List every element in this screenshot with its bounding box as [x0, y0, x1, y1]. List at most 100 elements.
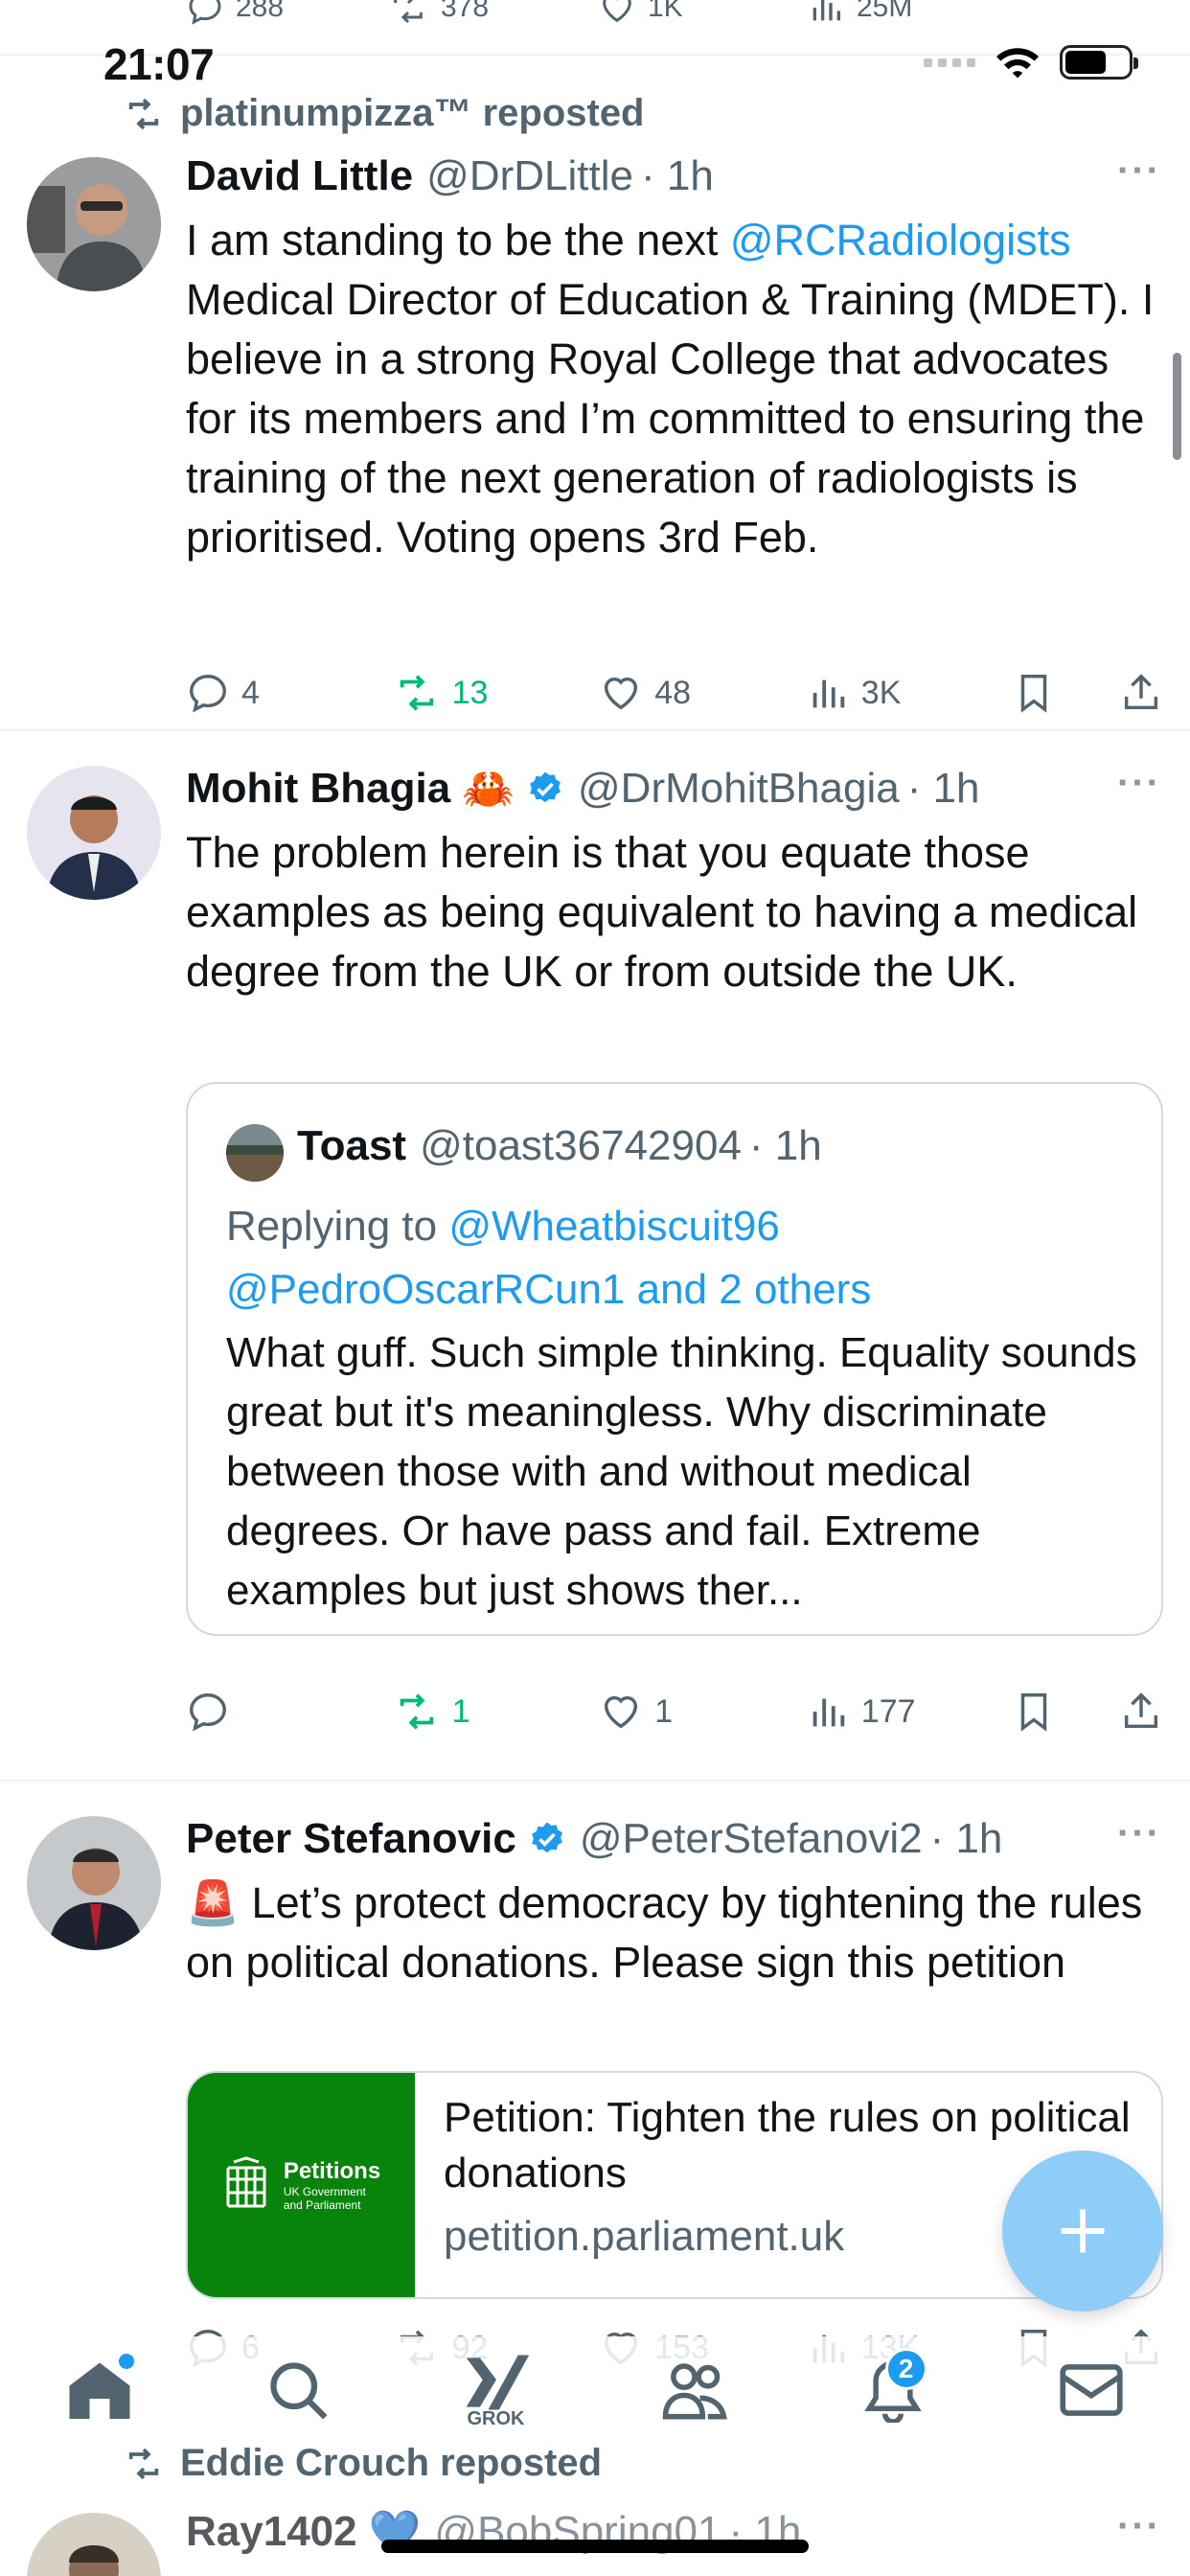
replying-mention[interactable]: @Wheatbiscuit96 [448, 1203, 780, 1250]
nav-messages[interactable] [1043, 2342, 1139, 2438]
quote-avatar [226, 1124, 284, 1182]
like-count: 48 [654, 674, 692, 711]
name-emoji: 🦀 [462, 766, 515, 813]
home-indicator[interactable] [381, 2540, 809, 2553]
search-icon [269, 2362, 328, 2420]
repost-icon [400, 1693, 433, 1730]
mail-icon [1059, 2364, 1123, 2416]
replying-prefix: Replying to [226, 1203, 449, 1250]
avatar[interactable] [27, 157, 161, 291]
verified-badge-icon [530, 771, 561, 803]
portcullis-icon [226, 2156, 266, 2208]
reply-icon [190, 675, 226, 713]
nav-search[interactable] [250, 2342, 346, 2438]
repost-action[interactable]: 1 [393, 1690, 537, 1734]
handle[interactable]: @PeterStefanovi2 [580, 1815, 923, 1863]
views-action[interactable]: 3K [806, 671, 950, 715]
replying-to: Replying to @Wheatbiscuit96 @PedroOscarR… [226, 1195, 871, 1322]
verified-badge-icon [531, 1822, 562, 1853]
repost-action[interactable]: 13 [393, 671, 537, 715]
avatar-photo [27, 157, 161, 291]
nav-home[interactable] [52, 2342, 148, 2438]
display-name[interactable]: David Little [186, 152, 413, 200]
replying-mention-others[interactable]: @PedroOscarRCun1 and 2 others [226, 1258, 871, 1322]
compose-button[interactable] [1002, 2150, 1163, 2312]
like-count: 1 [654, 1692, 674, 1730]
repost-count: 13 [451, 674, 489, 711]
like-count: 1K [648, 0, 683, 23]
handle[interactable]: @DrDLittle [426, 152, 633, 200]
display-name[interactable]: Mohit Bhagia [186, 765, 450, 813]
repost-icon [128, 2448, 159, 2479]
repost-count: 378 [441, 0, 490, 23]
share-action[interactable] [1119, 1690, 1163, 1734]
repost-label: Eddie Crouch reposted [180, 2442, 603, 2484]
share-action[interactable] [1119, 671, 1163, 715]
petitions-logo-title: Petitions [283, 2158, 381, 2184]
mention-link[interactable]: @RCRadiologists [730, 216, 1071, 264]
tweet-actions: 1 1 177 [186, 1690, 1163, 1734]
repost-icon [400, 675, 433, 711]
like-action[interactable]: 48 [599, 671, 743, 715]
bookmark-icon [1021, 1693, 1047, 1732]
like-action[interactable]: 1K [598, 0, 742, 27]
avatar-photo [27, 766, 161, 900]
repost-icon [394, 0, 423, 24]
views-action[interactable]: 25M [807, 0, 950, 27]
avatar-photo [27, 1816, 161, 1950]
views-count: 25M [857, 0, 913, 23]
quote-timestamp: · 1h [748, 1122, 822, 1169]
reply-action[interactable]: 288 [186, 0, 330, 27]
display-name[interactable]: Peter Stefanovic [186, 1815, 516, 1863]
nav-notifications[interactable]: 2 [845, 2342, 941, 2438]
avatar-photo [27, 2513, 161, 2576]
tweet-david-little[interactable]: platinumpizza™ reposted David Little @Dr… [0, 58, 1190, 731]
repost-action[interactable]: 378 [387, 0, 531, 27]
petitions-logo-sub2: and Parliament [283, 2198, 361, 2212]
more-options-icon[interactable]: ··· [1117, 150, 1161, 193]
grok-icon [466, 2355, 529, 2409]
nav-grok[interactable]: GROK [448, 2342, 544, 2438]
quote-header: Toast @toast36742904 · 1h [297, 1122, 822, 1170]
views-action[interactable]: 177 [806, 1690, 950, 1734]
more-options-icon[interactable]: ··· [1117, 2505, 1161, 2548]
scrollbar[interactable] [1173, 353, 1181, 460]
quoted-tweet[interactable]: Toast @toast36742904 · 1h Replying to @W… [186, 1082, 1163, 1636]
like-action[interactable]: 1 [599, 1690, 743, 1734]
avatar[interactable] [27, 1816, 161, 1950]
tweet-ray1402[interactable]: Eddie Crouch reposted Ray1402 💙 @BobSpri… [0, 2434, 1190, 2576]
tweet-text-part: Medical Director of Education & Training… [186, 275, 1155, 562]
petitions-logo-sub1: UK Government [283, 2185, 366, 2198]
repost-label: platinumpizza™ reposted [180, 92, 645, 134]
handle[interactable]: @DrMohitBhagia [578, 765, 900, 813]
timestamp: · 1h [906, 765, 980, 812]
repost-icon [128, 98, 159, 129]
nav-communities[interactable] [647, 2342, 743, 2438]
display-name[interactable]: Ray1402 [186, 2508, 357, 2556]
avatar[interactable] [27, 2513, 161, 2576]
more-options-icon[interactable]: ··· [1117, 762, 1161, 805]
bookmark-action[interactable] [1012, 671, 1056, 715]
tweet-header: David Little @DrDLittle · 1h [186, 150, 714, 203]
reply-action[interactable]: 4 [186, 671, 330, 715]
bookmark-action[interactable] [1012, 1690, 1056, 1734]
tweet-mohit-bhagia[interactable]: Mohit Bhagia 🦀 @DrMohitBhagia · 1h ··· T… [0, 731, 1190, 1782]
more-options-icon[interactable]: ··· [1117, 1812, 1161, 1855]
bottom-navigation: GROK 2 [0, 2336, 1190, 2444]
reply-action[interactable] [186, 1690, 330, 1734]
grok-label: GROK [467, 2407, 525, 2429]
repost-indicator: Eddie Crouch reposted [123, 2442, 602, 2485]
repost-count: 1 [451, 1692, 470, 1730]
reply-count: 288 [236, 0, 285, 23]
tweet-actions: 4 13 48 3K [186, 671, 1163, 715]
tweet-text: I am standing to be the next @RCRadiolog… [186, 211, 1163, 567]
unread-dot [118, 2354, 134, 2369]
plus-icon [1061, 2209, 1105, 2253]
views-icon [812, 0, 840, 21]
heart-icon [605, 677, 638, 710]
reply-count: 4 [241, 674, 260, 711]
views-icon [812, 1698, 845, 1727]
avatar[interactable] [27, 766, 161, 900]
communities-icon [662, 2363, 727, 2420]
petitions-logo-text: Petitions UK Government and Parliament [284, 2158, 380, 2212]
